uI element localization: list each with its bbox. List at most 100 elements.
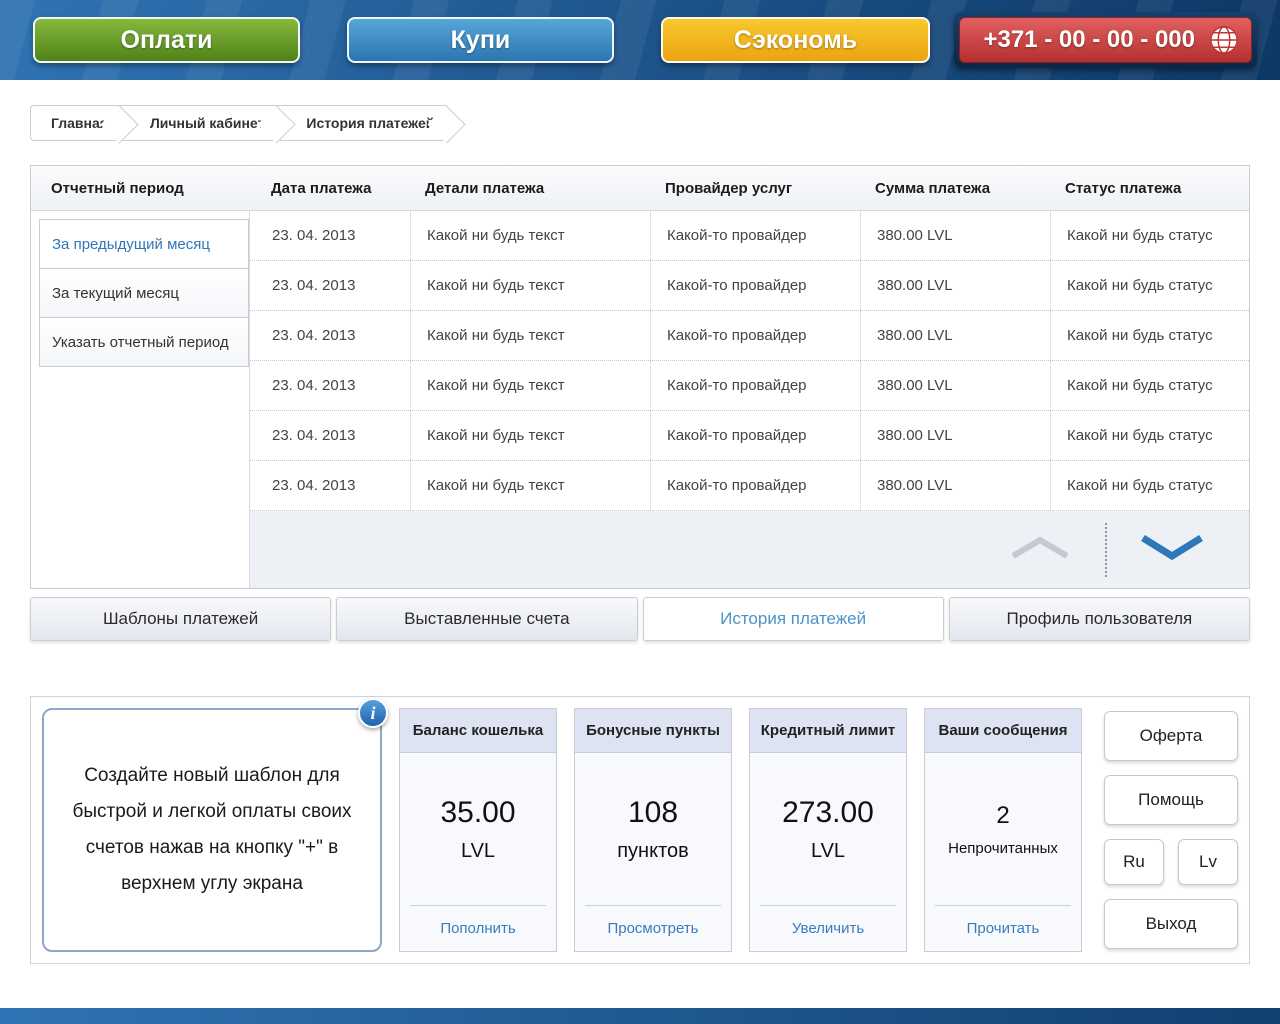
cell-service-provider: Какой-то провайдер — [650, 211, 860, 260]
tab-payment-history[interactable]: История платежей — [642, 597, 944, 641]
cell-service-provider: Какой-то провайдер — [650, 261, 860, 310]
cell-service-provider: Какой-то провайдер — [650, 361, 860, 410]
card-title: Кредитный лимит — [750, 709, 906, 753]
table-row: 23. 04. 2013 Какой ни будь текст Какой-т… — [250, 411, 1249, 461]
cell-payment-details: Какой ни будь текст — [410, 211, 650, 260]
view-bonus-link[interactable]: Просмотреть — [585, 905, 721, 951]
phone-button[interactable]: +371 - 00 - 00 - 000 — [958, 17, 1252, 63]
wallet-balance-value: 35.00 — [440, 795, 516, 829]
breadcrumb-home[interactable]: Главная — [30, 105, 120, 141]
breadcrumb: Главная Личный кабинет История платежей — [30, 105, 1280, 141]
card-wallet-balance: Баланс кошелька 35.00 LVL Пополнить — [399, 708, 557, 952]
exit-button[interactable]: Выход — [1104, 899, 1238, 949]
lang-lv-button[interactable]: Lv — [1178, 839, 1238, 885]
cell-payment-details: Какой ни будь текст — [410, 461, 650, 510]
cell-payment-amount: 380.00 LVL — [860, 261, 1050, 310]
messages-count: 2 — [996, 801, 1010, 829]
table-scroll-controls — [250, 511, 1249, 588]
phone-button-frame: +371 - 00 - 00 - 000 — [953, 12, 1257, 68]
card-title: Ваши сообщения — [925, 709, 1081, 753]
card-credit-limit: Кредитный лимит 273.00 LVL Увеличить — [749, 708, 907, 952]
card-bonus-points: Бонусные пункты 108 пунктов Просмотреть — [574, 708, 732, 952]
cell-payment-status: Какой ни будь статус — [1050, 211, 1249, 260]
footer-bar — [0, 1008, 1280, 1024]
cell-payment-status: Какой ни будь статус — [1050, 311, 1249, 360]
chevron-up-icon — [1009, 534, 1071, 565]
tab-payment-templates[interactable]: Шаблоны платежей — [30, 597, 332, 641]
save-button[interactable]: Сэкономь — [661, 17, 930, 63]
read-messages-link[interactable]: Прочитать — [935, 905, 1071, 951]
top-up-link[interactable]: Пополнить — [410, 905, 546, 951]
table-row: 23. 04. 2013 Какой ни будь текст Какой-т… — [250, 211, 1249, 261]
cell-service-provider: Какой-то провайдер — [650, 411, 860, 460]
cell-payment-details: Какой ни будь текст — [410, 261, 650, 310]
cell-payment-status: Какой ни будь статус — [1050, 461, 1249, 510]
column-service-provider: Провайдер услуг — [665, 179, 793, 197]
table-row: 23. 04. 2013 Какой ни будь текст Какой-т… — [250, 461, 1249, 511]
cell-payment-amount: 380.00 LVL — [860, 361, 1050, 410]
bonus-points-unit: пунктов — [617, 839, 689, 862]
tab-bar: Шаблоны платежей Выставленные счета Исто… — [30, 597, 1250, 641]
help-button[interactable]: Помощь — [1104, 775, 1238, 825]
cell-service-provider: Какой-то провайдер — [650, 311, 860, 360]
cell-payment-amount: 380.00 LVL — [860, 211, 1050, 260]
credit-limit-unit: LVL — [810, 839, 846, 862]
breadcrumb-personal-cabinet[interactable]: Личный кабинет — [119, 105, 277, 141]
cell-payment-details: Какой ни будь текст — [410, 411, 650, 460]
side-buttons-column: Оферта Помощь Ru Lv Выход — [1104, 708, 1238, 952]
filter-custom-period[interactable]: Указать отчетный период — [39, 317, 249, 367]
cell-payment-date: 23. 04. 2013 — [272, 427, 356, 444]
info-icon: i — [358, 698, 388, 728]
globe-icon — [1209, 25, 1239, 55]
template-hint-text: Создайте новый шаблон для быстрой и легк… — [72, 765, 352, 894]
card-title: Бонусные пункты — [575, 709, 731, 753]
card-body: 108 пунктов — [575, 753, 731, 905]
cell-payment-amount: 380.00 LVL — [860, 411, 1050, 460]
tab-user-profile[interactable]: Профиль пользователя — [948, 597, 1250, 641]
wallet-balance-unit: LVL — [460, 839, 496, 862]
column-report-period: Отчетный период — [51, 179, 184, 197]
language-switcher: Ru Lv — [1104, 839, 1238, 885]
cell-payment-status: Какой ни будь статус — [1050, 411, 1249, 460]
chevron-down-icon — [1139, 532, 1205, 567]
lang-ru-button[interactable]: Ru — [1104, 839, 1164, 885]
filter-current-month[interactable]: За текущий месяц — [39, 268, 249, 318]
report-period-filters: За предыдущий месяц За текущий месяц Ука… — [31, 211, 249, 588]
cell-payment-date: 23. 04. 2013 — [272, 377, 356, 394]
table-header-row: Отчетный период Дата платежа Детали плат… — [31, 166, 1249, 211]
filter-previous-month[interactable]: За предыдущий месяц — [39, 219, 249, 269]
table-row: 23. 04. 2013 Какой ни будь текст Какой-т… — [250, 311, 1249, 361]
payments-table: Отчетный период Дата платежа Детали плат… — [30, 165, 1250, 589]
column-payment-amount: Сумма платежа — [875, 179, 991, 197]
cell-payment-status: Какой ни будь статус — [1050, 261, 1249, 310]
cell-payment-amount: 380.00 LVL — [860, 311, 1050, 360]
bottom-panel: i Создайте новый шаблон для быстрой и ле… — [30, 696, 1250, 964]
breadcrumb-payment-history[interactable]: История платежей — [276, 105, 447, 141]
cell-payment-status: Какой ни будь статус — [1050, 361, 1249, 410]
buy-button[interactable]: Купи — [347, 17, 614, 63]
messages-unit: Непрочитанных — [948, 839, 1058, 857]
increase-limit-link[interactable]: Увеличить — [760, 905, 896, 951]
phone-number: +371 - 00 - 00 - 000 — [983, 26, 1195, 53]
cell-payment-details: Какой ни будь текст — [410, 361, 650, 410]
column-payment-status: Статус платежа — [1065, 179, 1182, 197]
cell-service-provider: Какой-то провайдер — [650, 461, 860, 510]
column-payment-date: Дата платежа — [271, 179, 372, 197]
card-body: 35.00 LVL — [400, 753, 556, 905]
table-row: 23. 04. 2013 Какой ни будь текст Какой-т… — [250, 361, 1249, 411]
pay-button[interactable]: Оплати — [33, 17, 300, 63]
cell-payment-date: 23. 04. 2013 — [272, 277, 356, 294]
tab-issued-invoices[interactable]: Выставленные счета — [336, 597, 638, 641]
offer-button[interactable]: Оферта — [1104, 711, 1238, 761]
card-messages: Ваши сообщения 2 Непрочитанных Прочитать — [924, 708, 1082, 952]
cell-payment-date: 23. 04. 2013 — [272, 227, 356, 244]
card-title: Баланс кошелька — [400, 709, 556, 753]
card-body: 273.00 LVL — [750, 753, 906, 905]
table-row: 23. 04. 2013 Какой ни будь текст Какой-т… — [250, 261, 1249, 311]
top-navigation-bar: Оплати Купи Сэкономь +371 - 00 - 00 - 00… — [0, 0, 1280, 80]
scroll-up-button[interactable] — [975, 534, 1105, 565]
cell-payment-amount: 380.00 LVL — [860, 461, 1050, 510]
credit-limit-value: 273.00 — [782, 795, 874, 829]
scroll-down-button[interactable] — [1107, 532, 1237, 567]
cell-payment-date: 23. 04. 2013 — [272, 477, 356, 494]
